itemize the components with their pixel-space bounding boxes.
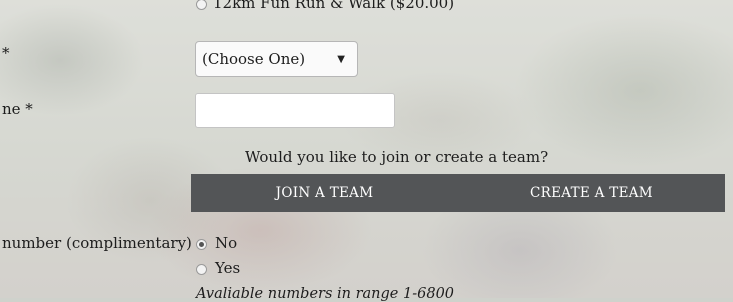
name-input[interactable] <box>195 93 395 128</box>
field-label-bib-number: number (complimentary) <box>2 234 192 252</box>
select-value: (Choose One) <box>202 50 306 68</box>
field-label-row1: * <box>2 44 10 62</box>
race-option-12km[interactable]: 12km Fun Run & Walk ($20.00) <box>196 0 454 12</box>
bib-option-no[interactable]: No <box>196 234 237 252</box>
bib-option-yes-label: Yes <box>215 259 241 277</box>
race-option-radio[interactable] <box>196 0 207 10</box>
team-choice-bar: JOIN A TEAM CREATE A TEAM <box>191 174 725 212</box>
number-range-hint: Avaliable numbers in range 1-6800 <box>196 286 455 302</box>
bib-option-no-label: No <box>215 234 238 252</box>
team-question: Would you like to join or create a team? <box>245 148 549 166</box>
field-label-row2: ne * <box>2 100 33 118</box>
caret-down-icon: ▼ <box>337 53 345 65</box>
choose-one-select[interactable]: (Choose One) ▼ <box>195 41 358 77</box>
join-team-button[interactable]: JOIN A TEAM <box>191 174 458 212</box>
bib-option-yes[interactable]: Yes <box>196 259 240 277</box>
race-option-label: 12km Fun Run & Walk ($20.00) <box>213 0 455 12</box>
create-team-button[interactable]: CREATE A TEAM <box>458 174 725 212</box>
bib-radio-no[interactable] <box>196 238 207 250</box>
bib-radio-yes[interactable] <box>196 263 207 275</box>
